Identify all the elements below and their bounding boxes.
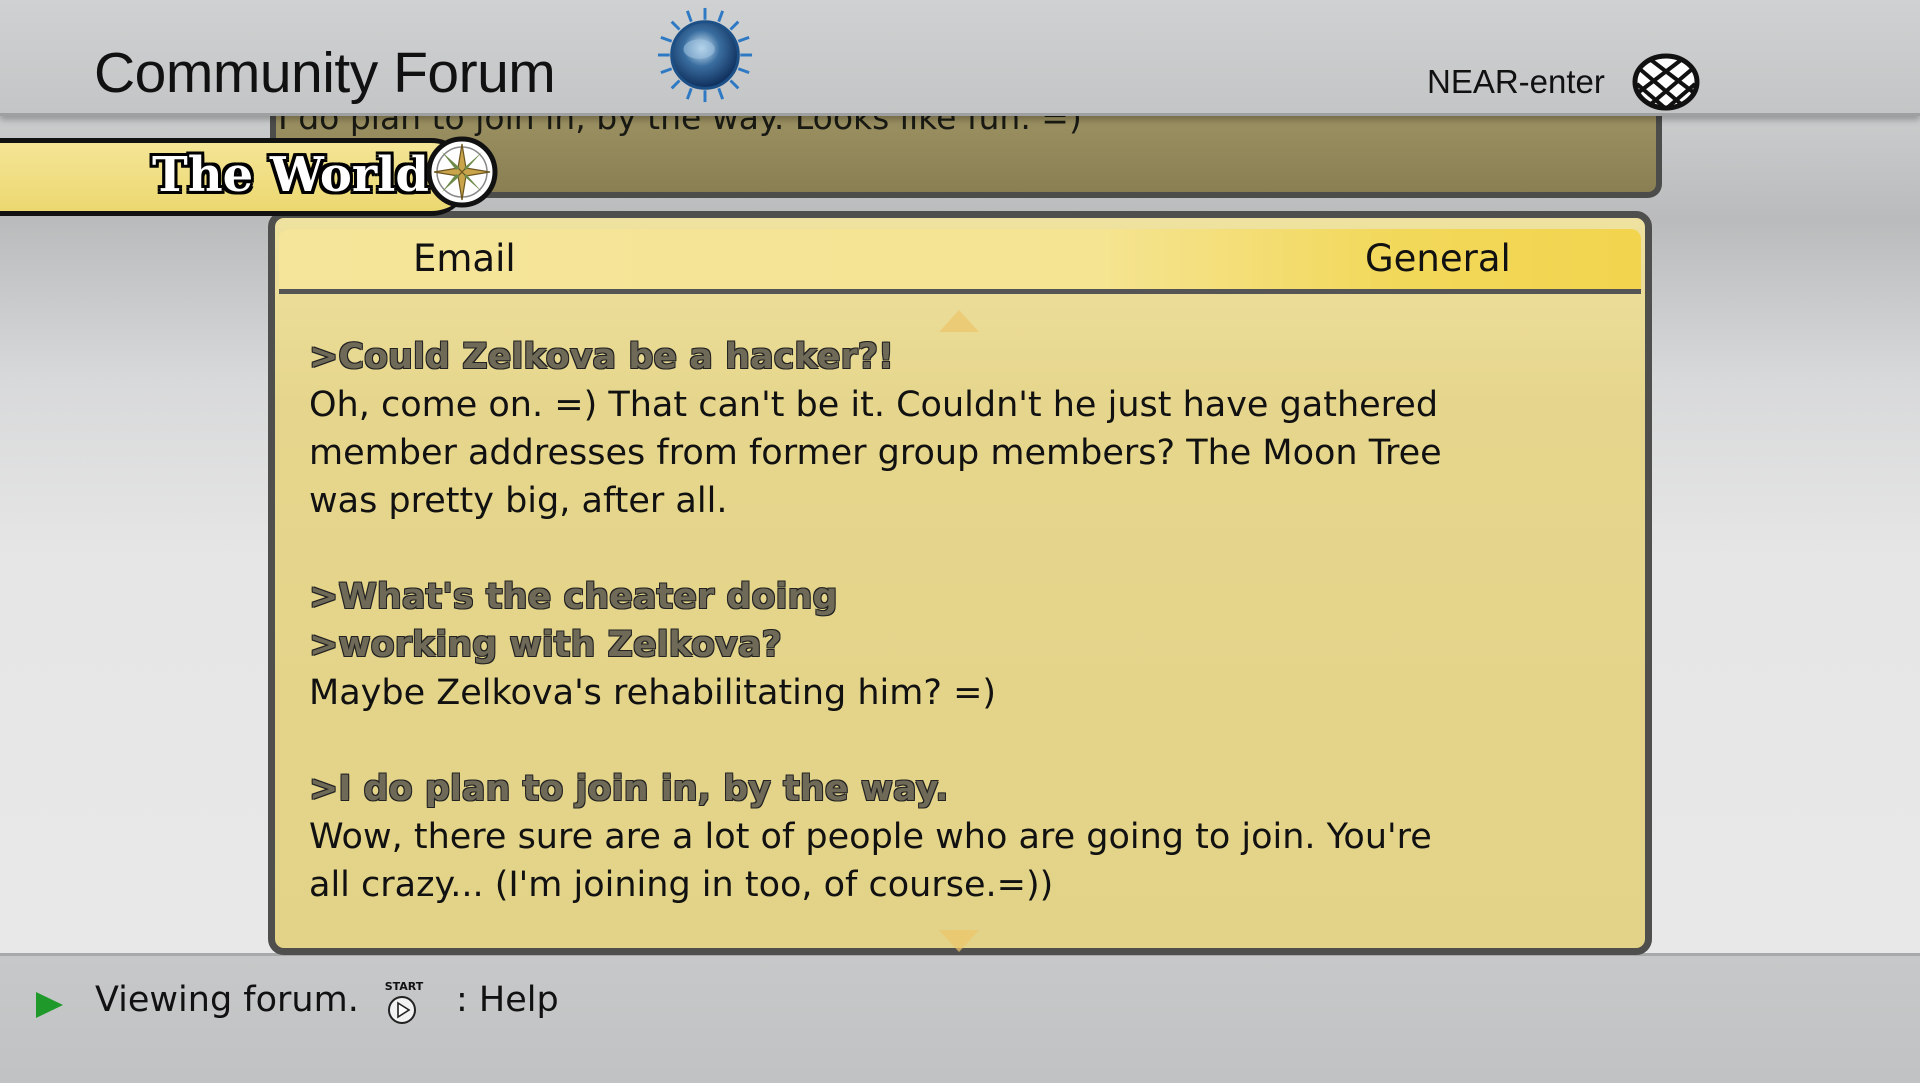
globe-logo-icon bbox=[657, 7, 753, 103]
the-world-tab: The World bbox=[0, 138, 470, 216]
status-text: Viewing forum. bbox=[95, 980, 359, 1020]
reply-line: Maybe Zelkova's rehabilitating him? =) bbox=[309, 673, 997, 713]
svg-text:START: START bbox=[385, 980, 424, 993]
compass-icon bbox=[426, 136, 498, 208]
quote-line: >working with Zelkova? bbox=[309, 625, 782, 665]
category-tab-bar: Email General bbox=[279, 229, 1641, 294]
page-title: Community Forum bbox=[94, 41, 556, 105]
quote-line: >Could Zelkova be a hacker?! bbox=[309, 337, 894, 377]
scroll-down-arrow-icon[interactable] bbox=[939, 930, 979, 952]
reply-line: member addresses from former group membe… bbox=[309, 433, 1442, 473]
forum-post-panel: Email General >Could Zelkova be a hacker… bbox=[268, 211, 1652, 955]
scroll-up-arrow-icon[interactable] bbox=[939, 310, 979, 332]
reply-line: Wow, there sure are a lot of people who … bbox=[309, 817, 1432, 857]
reply-line: Oh, come on. =) That can't be it. Couldn… bbox=[309, 385, 1439, 425]
reply-line: was pretty big, after all. bbox=[309, 481, 728, 521]
near-enter-label: NEAR-enter bbox=[1427, 63, 1605, 100]
reply-line: all crazy... (I'm joining in too, of cou… bbox=[309, 865, 1054, 905]
tab-email[interactable]: Email bbox=[413, 237, 516, 280]
start-button-icon[interactable]: START bbox=[382, 978, 426, 1026]
the-world-label: The World bbox=[152, 147, 429, 203]
post-body: >Could Zelkova be a hacker?! Oh, come on… bbox=[309, 333, 1569, 909]
header-bar: Community Forum NEAR-enter bbox=[0, 0, 1920, 116]
quote-line: >I do plan to join in, by the way. bbox=[309, 769, 949, 809]
quote-line: >What's the cheater doing bbox=[309, 577, 838, 617]
status-bar: Viewing forum. START : Help bbox=[0, 953, 1920, 1083]
network-globe-icon[interactable] bbox=[1631, 52, 1701, 112]
tab-general[interactable]: General bbox=[1365, 237, 1511, 280]
help-label: : Help bbox=[456, 980, 559, 1020]
play-arrow-icon bbox=[36, 992, 63, 1018]
